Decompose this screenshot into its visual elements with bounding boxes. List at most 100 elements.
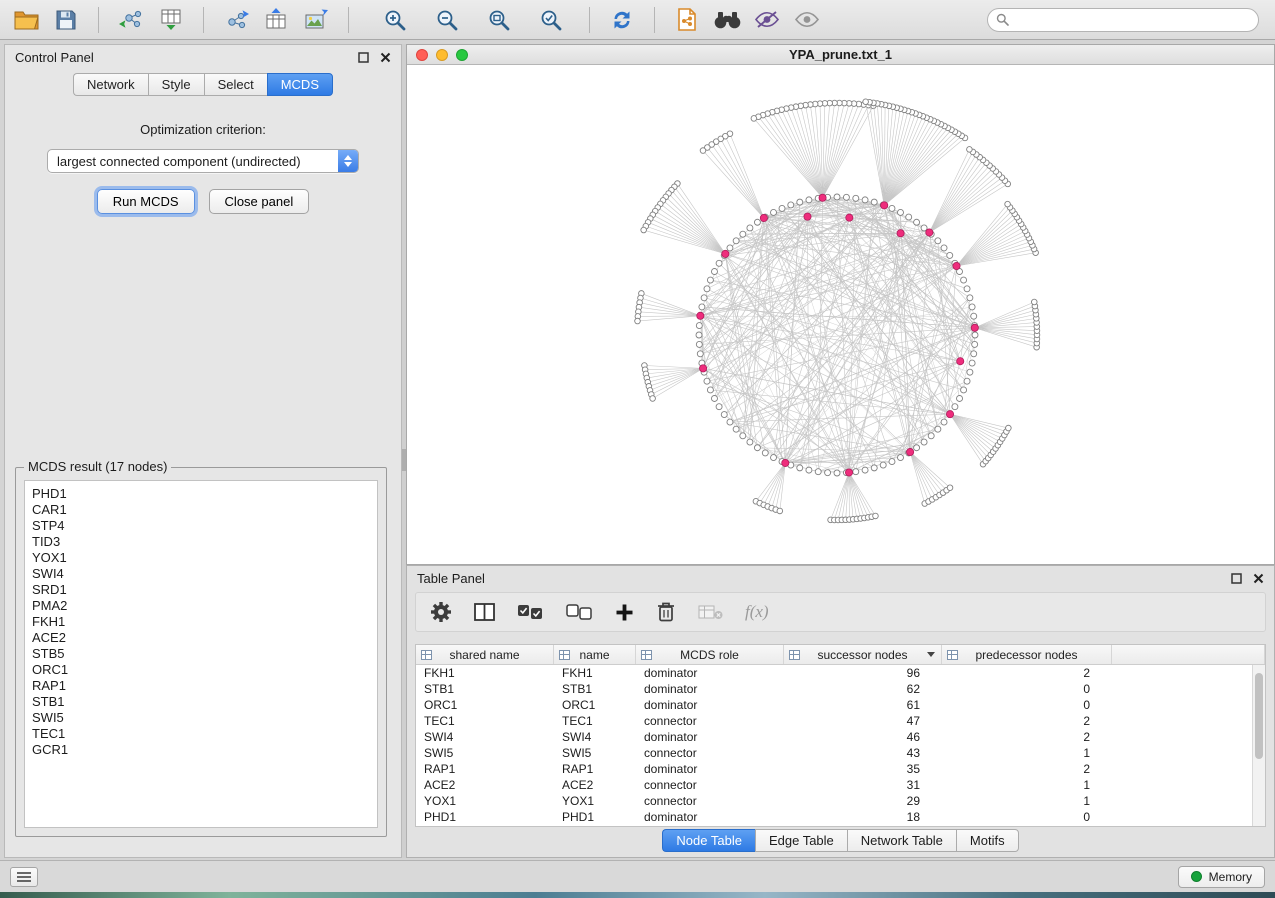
show-elements-icon[interactable] (791, 5, 823, 35)
column-header-mcds_role[interactable]: MCDS role (636, 645, 784, 664)
search-box[interactable] (987, 8, 1259, 32)
cell-successor_nodes: 35 (784, 762, 942, 776)
share-document-icon[interactable] (671, 5, 703, 35)
zoom-in-icon[interactable] (379, 5, 411, 35)
find-binoculars-icon[interactable] (711, 5, 743, 35)
mcds-result-item[interactable]: SRD1 (25, 582, 377, 598)
import-table-icon[interactable] (155, 5, 187, 35)
network-window-titlebar[interactable]: YPA_prune.txt_1 (407, 45, 1274, 65)
column-header-predecessor_nodes[interactable]: predecessor nodes (942, 645, 1112, 664)
mcds-result-item[interactable]: GCR1 (25, 742, 377, 758)
close-window-icon[interactable] (416, 49, 428, 61)
open-session-icon[interactable] (10, 5, 42, 35)
zoom-selected-icon[interactable] (535, 5, 567, 35)
import-network-icon[interactable] (115, 5, 147, 35)
export-table-icon[interactable] (260, 5, 292, 35)
mcds-result-item[interactable]: TEC1 (25, 726, 377, 742)
table-scrollbar[interactable] (1252, 665, 1265, 826)
mcds-result-item[interactable]: STB5 (25, 646, 377, 662)
tab-edge-table[interactable]: Edge Table (755, 829, 847, 852)
close-panel-button[interactable]: Close panel (209, 189, 310, 214)
mcds-result-item[interactable]: SWI4 (25, 566, 377, 582)
mcds-result-item[interactable]: PMA2 (25, 598, 377, 614)
close-panel-icon[interactable] (379, 51, 391, 63)
table-row[interactable]: SWI5SWI5connector431 (416, 745, 1252, 761)
column-header-name[interactable]: name (554, 645, 636, 664)
network-canvas[interactable] (407, 65, 1274, 564)
function-builder-button[interactable]: f(x) (745, 598, 769, 626)
tab-mcds[interactable]: MCDS (267, 73, 333, 96)
table-row[interactable]: RAP1RAP1dominator352 (416, 761, 1252, 777)
mcds-result-item[interactable]: ACE2 (25, 630, 377, 646)
tab-network[interactable]: Network (73, 73, 148, 96)
tab-select[interactable]: Select (204, 73, 267, 96)
cell-mcds_role: connector (636, 778, 784, 792)
memory-button-label: Memory (1209, 870, 1252, 884)
column-header-successor_nodes[interactable]: successor nodes (784, 645, 942, 664)
mcds-result-group: MCDS result (17 nodes) PHD1CAR1STP4TID3Y… (15, 467, 387, 837)
mcds-result-item[interactable]: FKH1 (25, 614, 377, 630)
cell-predecessor_nodes: 1 (942, 746, 1112, 760)
status-menu-button[interactable] (10, 867, 38, 887)
column-header-shared_name[interactable]: shared name (416, 645, 554, 664)
table-settings-gear-icon[interactable] (430, 598, 452, 626)
add-column-icon[interactable] (615, 598, 634, 626)
tab-node-table[interactable]: Node Table (662, 829, 755, 852)
export-image-icon[interactable] (300, 5, 332, 35)
table-row[interactable]: PHD1PHD1dominator180 (416, 809, 1252, 825)
search-input[interactable] (1015, 13, 1250, 27)
table-row[interactable]: SWI4SWI4dominator462 (416, 729, 1252, 745)
mcds-result-item[interactable]: CAR1 (25, 502, 377, 518)
hide-elements-icon[interactable] (751, 5, 783, 35)
table-row[interactable]: ACE2ACE2connector311 (416, 777, 1252, 793)
mcds-result-list[interactable]: PHD1CAR1STP4TID3YOX1SWI4SRD1PMA2FKH1ACE2… (24, 480, 378, 828)
mcds-result-item[interactable]: TID3 (25, 534, 377, 550)
table-row[interactable]: STB1STB1dominator620 (416, 681, 1252, 697)
mcds-result-item[interactable]: STB1 (25, 694, 377, 710)
mcds-result-item[interactable]: STP4 (25, 518, 377, 534)
new-network-icon[interactable] (220, 5, 252, 35)
cell-predecessor_nodes: 2 (942, 730, 1112, 744)
cell-successor_nodes: 18 (784, 810, 942, 824)
mcds-result-item[interactable]: ORC1 (25, 662, 377, 678)
mcds-result-item[interactable]: YOX1 (25, 550, 377, 566)
mcds-result-item[interactable]: SWI5 (25, 710, 377, 726)
network-canvas-svg[interactable] (407, 65, 1274, 564)
delete-column-icon[interactable] (656, 598, 676, 626)
table-row[interactable]: FKH1FKH1dominator962 (416, 665, 1252, 681)
table-row[interactable]: TEC1TEC1connector472 (416, 713, 1252, 729)
memory-button[interactable]: Memory (1178, 866, 1265, 888)
apply-layout-icon[interactable] (606, 5, 638, 35)
cell-successor_nodes: 47 (784, 714, 942, 728)
float-panel-icon[interactable] (1230, 572, 1242, 584)
table-row[interactable]: ORC1ORC1dominator610 (416, 697, 1252, 713)
deselect-all-rows-icon[interactable] (566, 598, 593, 626)
show-columns-icon[interactable] (474, 598, 495, 626)
cell-name: ACE2 (554, 778, 636, 792)
clear-table-icon[interactable] (698, 598, 723, 626)
scrollbar-thumb[interactable] (1255, 673, 1263, 759)
control-panel-title: Control Panel (15, 50, 94, 65)
save-session-icon[interactable] (50, 5, 82, 35)
maximize-window-icon[interactable] (456, 49, 468, 61)
cell-mcds_role: dominator (636, 698, 784, 712)
float-panel-icon[interactable] (357, 51, 369, 63)
run-mcds-button[interactable]: Run MCDS (97, 189, 195, 214)
column-type-icon (789, 650, 800, 660)
cell-name: FKH1 (554, 666, 636, 680)
tab-motifs[interactable]: Motifs (956, 829, 1019, 852)
close-panel-icon[interactable] (1252, 572, 1264, 584)
select-all-rows-icon[interactable] (517, 598, 544, 626)
zoom-fit-icon[interactable] (483, 5, 515, 35)
mcds-result-item[interactable]: RAP1 (25, 678, 377, 694)
cell-shared_name: SWI5 (416, 746, 554, 760)
mcds-result-item[interactable]: PHD1 (25, 486, 377, 502)
tab-style[interactable]: Style (148, 73, 204, 96)
optimization-criterion-dropdown[interactable]: largest connected component (undirected) (47, 149, 359, 173)
zoom-out-icon[interactable] (431, 5, 463, 35)
tab-network-table[interactable]: Network Table (847, 829, 956, 852)
table-row[interactable]: YOX1YOX1connector291 (416, 793, 1252, 809)
main-toolbar (0, 0, 1275, 40)
minimize-window-icon[interactable] (436, 49, 448, 61)
cell-successor_nodes: 62 (784, 682, 942, 696)
